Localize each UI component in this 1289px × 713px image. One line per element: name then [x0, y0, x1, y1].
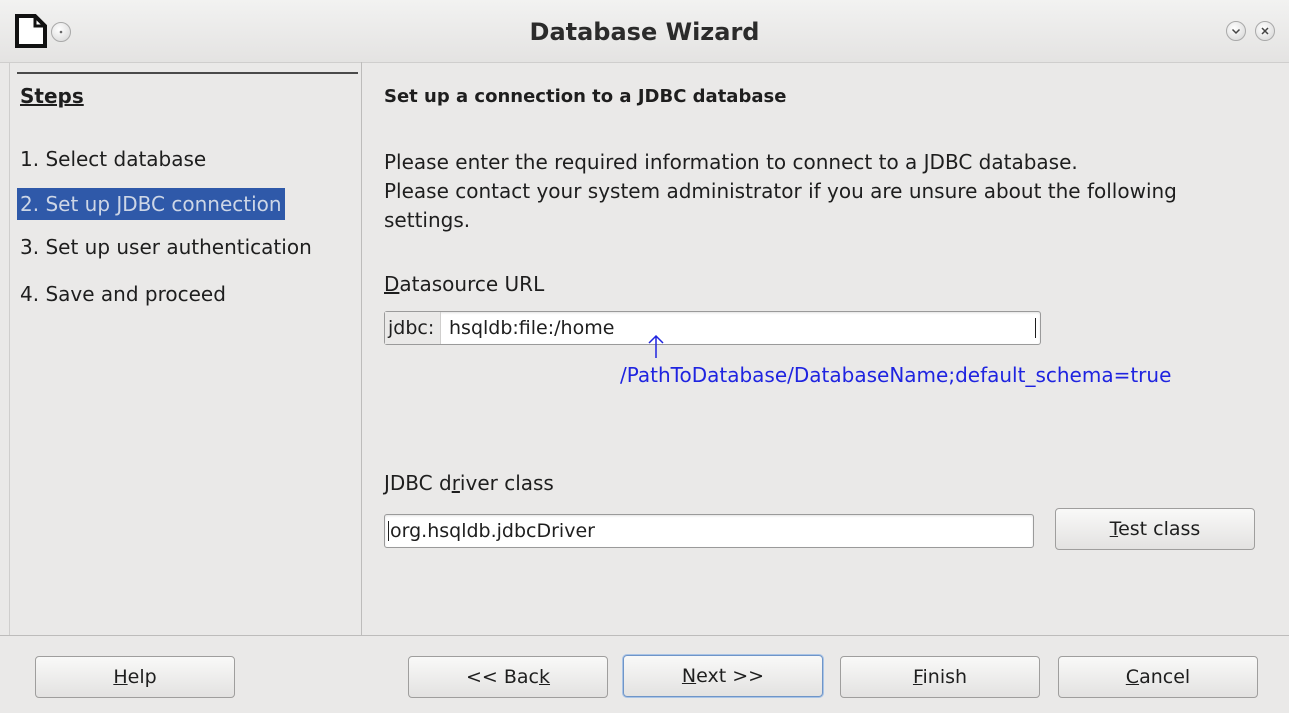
text-caret: [388, 521, 389, 541]
jdbc-driver-class-input[interactable]: org.hsqldb.jdbcDriver: [384, 514, 1034, 548]
help-button[interactable]: Help: [35, 656, 235, 698]
datasource-url-value: hsqldb:file:/home: [449, 317, 615, 339]
text-caret: [1035, 318, 1036, 338]
minimize-button[interactable]: [1226, 21, 1246, 41]
next-button[interactable]: Next >>: [623, 655, 823, 697]
title-bar: Database Wizard: [0, 0, 1289, 63]
step-user-authentication[interactable]: 3. Set up user authentication: [17, 231, 315, 263]
step-save-proceed[interactable]: 4. Save and proceed: [17, 278, 229, 310]
cancel-button[interactable]: Cancel: [1058, 656, 1258, 698]
intro-line-1: Please enter the required information to…: [384, 150, 1078, 174]
back-button[interactable]: << Back: [408, 656, 608, 698]
close-icon: [1261, 27, 1269, 35]
steps-divider: [361, 62, 362, 635]
button-bar-divider: [0, 635, 1289, 636]
datasource-url-input[interactable]: jdbc: hsqldb:file:/home: [384, 311, 1041, 345]
test-class-button[interactable]: Test class: [1055, 508, 1255, 550]
jdbc-driver-class-label: JDBC driver class: [384, 471, 554, 495]
url-annotation: /PathToDatabase/DatabaseName;default_sch…: [620, 363, 1172, 387]
left-edge-line: [9, 62, 10, 635]
panel-heading: Set up a connection to a JDBC database: [384, 86, 787, 107]
arrow-up-icon: [648, 334, 664, 358]
chevron-down-icon: [1231, 28, 1241, 35]
datasource-url-label: Datasource URL: [384, 272, 545, 296]
steps-heading: Steps: [20, 84, 84, 108]
steps-rule: [17, 72, 358, 74]
intro-line-2: Please contact your system administrator…: [384, 179, 1177, 203]
driver-class-value: org.hsqldb.jdbcDriver: [390, 520, 595, 542]
intro-line-3: settings.: [384, 208, 471, 232]
step-setup-jdbc[interactable]: 2. Set up JDBC connection: [17, 188, 285, 220]
window-title: Database Wizard: [529, 18, 760, 46]
close-button[interactable]: [1255, 21, 1275, 41]
step-select-database[interactable]: 1. Select database: [17, 143, 209, 175]
jdbc-prefix: jdbc:: [385, 312, 442, 344]
finish-button[interactable]: Finish: [840, 656, 1040, 698]
